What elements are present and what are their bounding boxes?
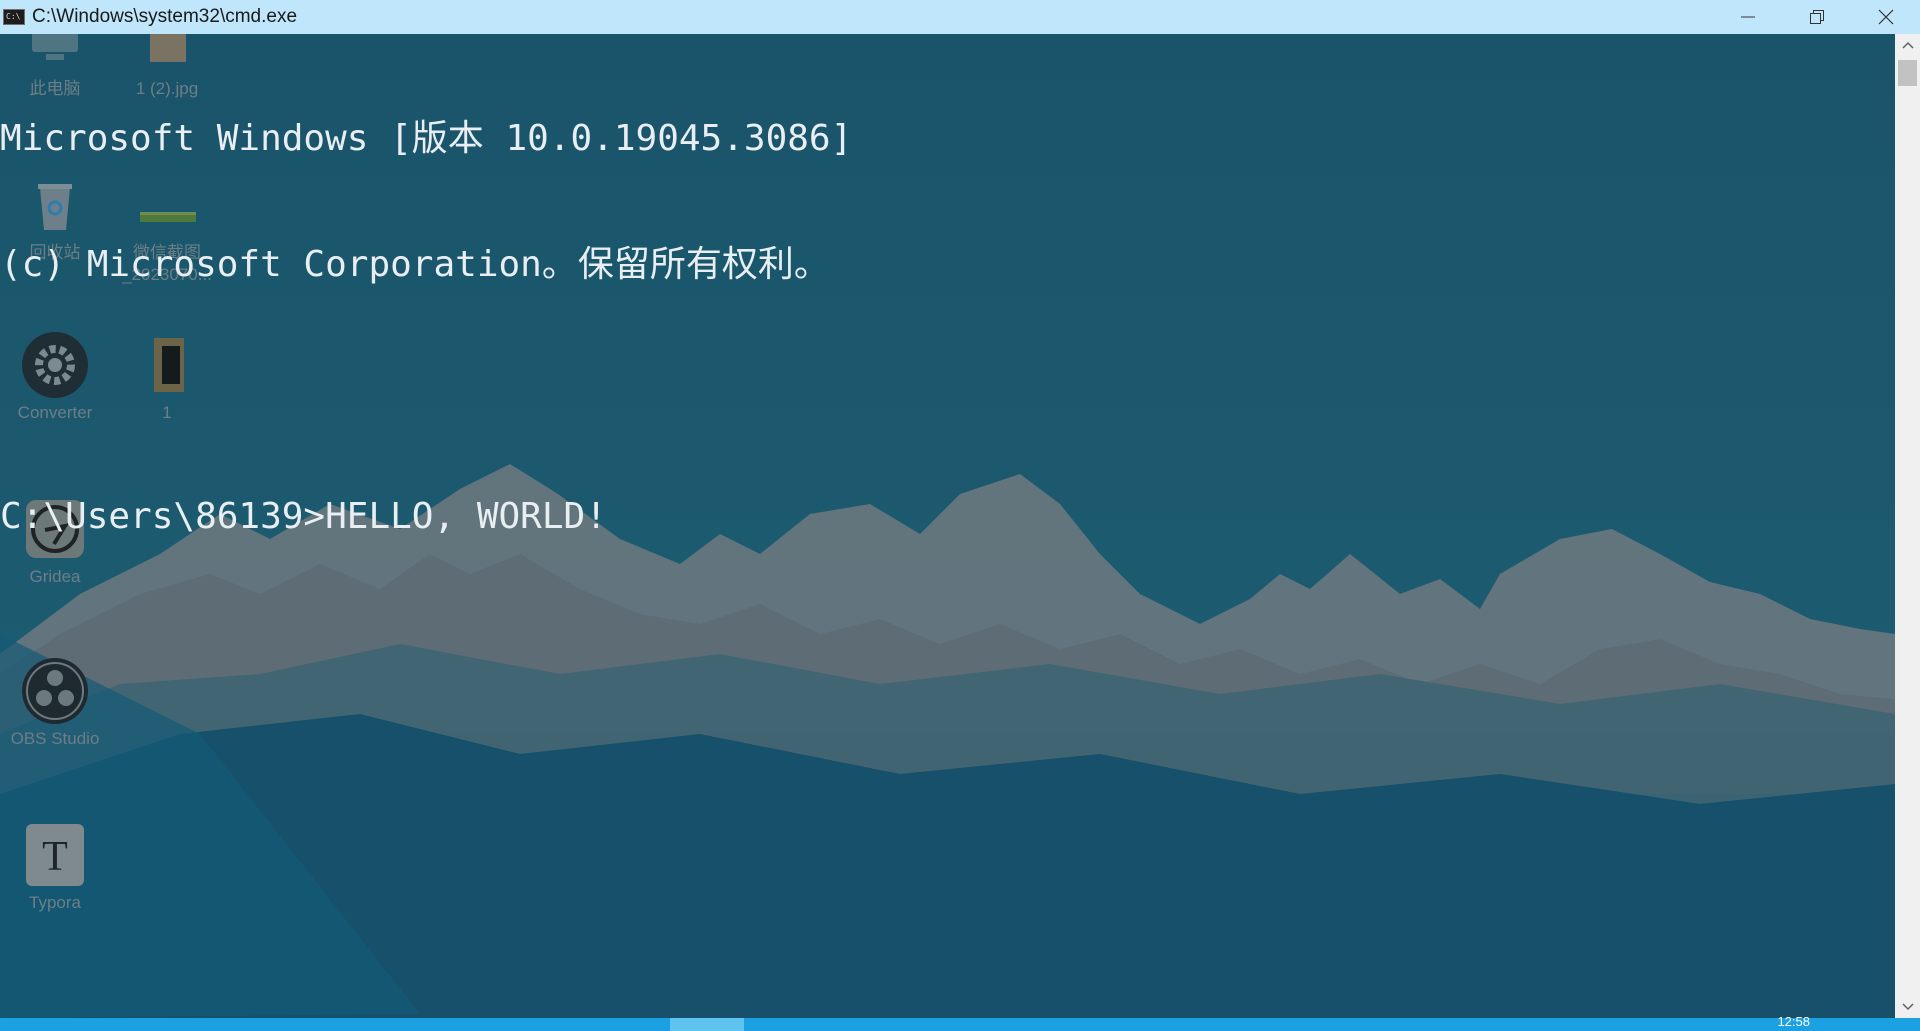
taskbar-active-app[interactable] [670,1018,744,1031]
taskbar: 12:58 [0,1014,1920,1031]
obs-icon [20,656,90,726]
window-title: C:\Windows\system32\cmd.exe [32,6,298,27]
chevron-up-icon [1901,41,1914,49]
terminal-line: (c) Microsoft Corporation。保留所有权利。 [0,244,830,285]
title-bar[interactable]: C:\ C:\Windows\system32\cmd.exe [0,0,1920,34]
close-button[interactable] [1851,0,1920,34]
restore-button[interactable] [1782,0,1851,34]
taskbar-clock[interactable]: 12:58 [1777,1014,1810,1029]
desktop-icon-obs-studio[interactable]: OBS Studio [0,656,110,750]
desktop-icon-label: OBS Studio [10,729,100,748]
scroll-down-button[interactable] [1895,996,1920,1018]
vertical-scrollbar[interactable] [1895,34,1920,1018]
console-area[interactable]: 此电脑 1 (2).jpg 回收站 微信截图 _2023070... Conve… [0,34,1895,1018]
desktop-icon-typora[interactable]: T Typora [0,820,110,914]
restore-icon [1809,10,1824,24]
svg-text:T: T [42,834,68,880]
scroll-up-button[interactable] [1895,34,1920,56]
close-icon [1878,9,1893,25]
cmd-window: C:\ C:\Windows\system32\cmd.exe 此电脑 1 (2… [0,0,1920,1031]
chevron-down-icon [1901,1003,1914,1011]
typora-icon: T [20,820,90,890]
window-controls [1713,0,1920,34]
terminal-output: Microsoft Windows [版本 10.0.19045.3086] (… [0,34,852,622]
minimize-icon [1740,16,1755,18]
terminal-prompt-line[interactable]: C:\Users\86139>HELLO, WORLD! [0,496,852,538]
desktop-icon-label: Typora [29,893,81,912]
terminal-line: Microsoft Windows [版本 10.0.19045.3086] [0,118,853,159]
minimize-button[interactable] [1713,0,1782,34]
cmd-icon: C:\ [3,9,25,25]
scroll-thumb[interactable] [1898,60,1917,86]
